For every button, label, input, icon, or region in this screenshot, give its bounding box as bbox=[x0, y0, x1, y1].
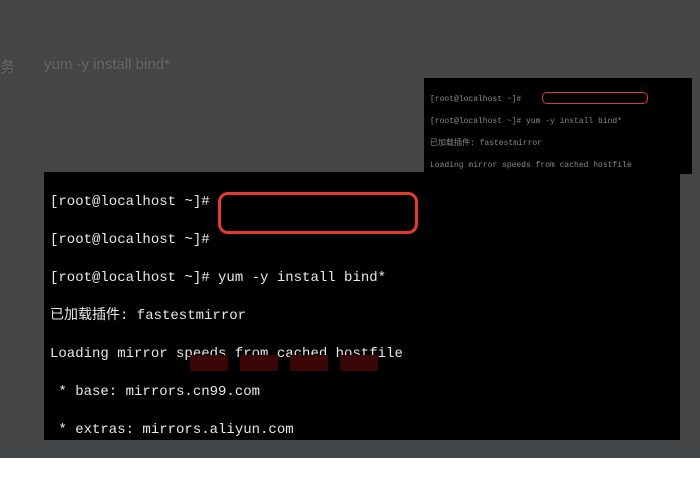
terminal-line-command: [root@localhost ~]# yum -y install bind* bbox=[50, 269, 674, 288]
terminal-window[interactable]: [root@localhost ~]# [root@localhost ~]# … bbox=[44, 172, 680, 440]
progress-blocks bbox=[190, 355, 390, 375]
thumb-line: [root@localhost ~]# yum -y install bind* bbox=[430, 116, 686, 127]
thumb-line: 已加载插件: fastestmirror bbox=[430, 138, 686, 149]
thumb-line: [root@localhost ~]# bbox=[430, 94, 686, 105]
page-label-fragment: 务 bbox=[0, 56, 15, 77]
terminal-line: [root@localhost ~]# bbox=[50, 193, 674, 212]
page-command-text: yum -y install bind* bbox=[44, 56, 170, 73]
terminal-thumbnail: [root@localhost ~]# [root@localhost ~]# … bbox=[424, 78, 692, 174]
terminal-line: * base: mirrors.cn99.com bbox=[50, 383, 674, 402]
page-bottom-blank bbox=[0, 458, 700, 500]
terminal-line: [root@localhost ~]# bbox=[50, 231, 674, 250]
terminal-line: 已加载插件: fastestmirror bbox=[50, 307, 674, 326]
terminal-line: * extras: mirrors.aliyun.com bbox=[50, 421, 674, 440]
thumb-line: Loading mirror speeds from cached hostfi… bbox=[430, 160, 686, 171]
